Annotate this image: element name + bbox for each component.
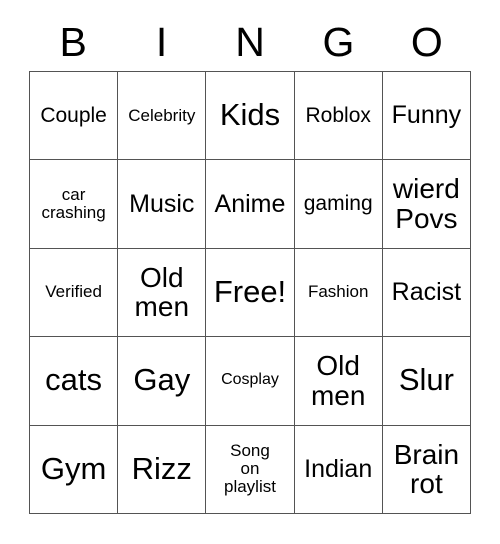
bingo-cell-label: Fashion [307,282,369,302]
bingo-cell-label: Indian [304,455,373,484]
bingo-cell-r2c5[interactable]: wierd Povs [382,160,471,249]
bingo-cell-r3c4[interactable]: Fashion [294,248,383,338]
bingo-cell-r1c1[interactable]: Couple [30,72,119,161]
bingo-cell-label: Racist [391,278,462,307]
bingo-header-letter-i: I [155,19,168,65]
bingo-cell-r2c4[interactable]: gaming [294,160,383,249]
bingo-cell-r1c5[interactable]: Funny [382,72,471,161]
bingo-cell-label: Roblox [305,103,371,127]
bingo-cell-label: Brain rot [393,438,460,500]
bingo-cell-r3c1[interactable]: Verified [30,248,119,338]
bingo-cell-r4c3[interactable]: Cosplay [206,337,295,426]
bingo-header-row: B I N G O [29,14,471,71]
bingo-cell-r4c1[interactable]: cats [30,337,119,426]
bingo-header-letter-b: B [59,19,87,65]
bingo-cell-label: Gym [40,450,107,486]
bingo-cell-label: Celebrity [128,105,196,125]
bingo-cell-r1c4[interactable]: Roblox [294,72,383,161]
bingo-cell-r3c5[interactable]: Racist [382,248,471,338]
bingo-cell-r5c5[interactable]: Brain rot [382,425,471,514]
bingo-cell-label: wierd Povs [392,173,460,235]
bingo-header-letter-o: O [410,19,443,65]
bingo-cell-label: cats [45,362,103,398]
bingo-cell-label: Anime [214,189,286,218]
bingo-card: B I N G O Couple Celebrity Kids Roblox F… [0,0,500,544]
bingo-cell-label: Couple [40,103,107,127]
bingo-cell-label: Old men [310,350,366,411]
bingo-cell-r3c2[interactable]: Old men [118,248,207,338]
bingo-cell-r3c3-free[interactable]: Free! [206,248,295,338]
bingo-cell-label: Verified [45,282,102,302]
bingo-cell-r2c2[interactable]: Music [118,160,207,249]
bingo-cell-label: car crashing [41,185,106,223]
bingo-cell-r1c3[interactable]: Kids [206,72,295,161]
bingo-cell-label: gaming [303,191,373,215]
bingo-cell-r4c5[interactable]: Slur [382,337,471,426]
bingo-header-letter-g: G [322,19,355,65]
bingo-cell-label: Free! [213,274,287,310]
bingo-grid: Couple Celebrity Kids Roblox Funny car c… [29,71,471,514]
bingo-cell-label: Kids [219,97,281,133]
bingo-cell-label: Cosplay [221,371,279,389]
bingo-cell-label: Funny [391,101,462,130]
bingo-cell-r5c3[interactable]: Song on playlist [206,425,295,514]
bingo-cell-label: Song on playlist [224,441,276,497]
bingo-cell-r5c2[interactable]: Rizz [118,425,207,514]
bingo-header-letter-n: N [235,19,265,65]
bingo-cell-label: Music [129,189,195,218]
bingo-cell-label: Old men [134,261,190,323]
bingo-cell-r2c3[interactable]: Anime [206,160,295,249]
bingo-cell-r2c1[interactable]: car crashing [30,160,119,249]
bingo-cell-label: Gay [133,362,191,398]
bingo-cell-label: Rizz [131,450,192,486]
bingo-cell-r5c1[interactable]: Gym [30,425,119,514]
bingo-cell-r1c2[interactable]: Celebrity [118,72,207,161]
bingo-cell-label: Slur [398,362,454,398]
bingo-cell-r4c4[interactable]: Old men [294,337,383,426]
bingo-cell-r4c2[interactable]: Gay [118,337,207,426]
bingo-cell-r5c4[interactable]: Indian [294,425,383,514]
